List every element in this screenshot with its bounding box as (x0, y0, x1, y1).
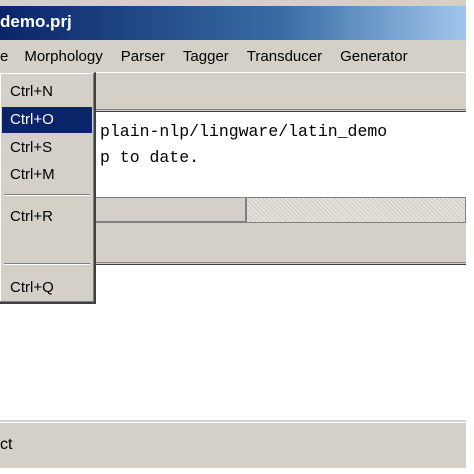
file-menu-dropdown: Ctrl+N Ctrl+O Ctrl+S Ctrl+M Ctrl+R Ctrl+… (0, 72, 96, 304)
window-title: demo.prj (0, 12, 72, 31)
menu-tagger[interactable]: Tagger (174, 42, 238, 72)
menu-file[interactable]: e (0, 42, 15, 72)
status-text: ct (0, 436, 13, 453)
menu-item-quit[interactable]: Ctrl+Q (2, 275, 92, 301)
menu-separator (4, 263, 90, 265)
title-bar[interactable]: demo.prj (0, 6, 474, 40)
app-window: demo.prj e Morphology Parser Tagger Tran… (0, 0, 474, 474)
output-line-path: plain-nlp/lingware/latin_demo (100, 122, 388, 141)
output-line-status: p to date. (100, 148, 200, 167)
window-edge-bottom (0, 468, 474, 474)
menu-item-run[interactable]: Ctrl+R (2, 204, 92, 230)
menu-parser[interactable]: Parser (112, 42, 174, 72)
menu-morphology[interactable]: Morphology (15, 42, 111, 72)
menu-transducer[interactable]: Transducer (238, 42, 331, 72)
menu-generator[interactable]: Generator (331, 42, 417, 72)
menu-separator (4, 194, 90, 196)
menu-item-open[interactable]: Ctrl+O (2, 107, 92, 133)
progress-bar-remaining (247, 198, 465, 222)
window-edge-right (466, 0, 474, 474)
menu-item-new[interactable]: Ctrl+N (2, 79, 92, 105)
menu-item-morphology[interactable]: Ctrl+M (2, 162, 92, 188)
menu-item-save[interactable]: Ctrl+S (2, 135, 92, 161)
status-bar: ct (0, 422, 466, 468)
menu-bar: e Morphology Parser Tagger Transducer Ge… (0, 42, 466, 72)
